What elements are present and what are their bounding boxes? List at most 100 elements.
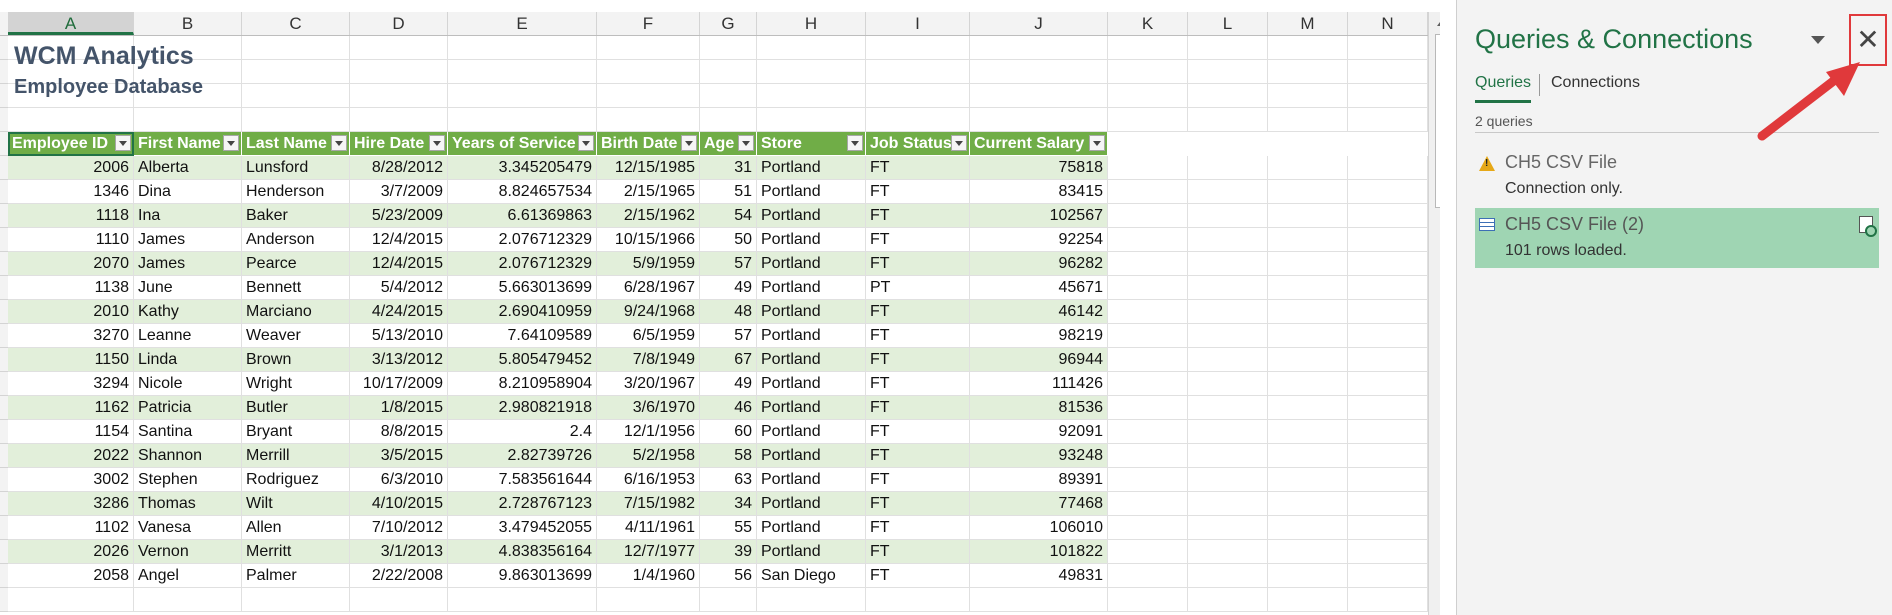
empty-cell[interactable]: [1348, 396, 1428, 420]
table-cell[interactable]: 2026: [8, 540, 134, 564]
table-cell[interactable]: Angel: [134, 564, 242, 588]
table-cell[interactable]: 2058: [8, 564, 134, 588]
table-cell[interactable]: 54: [700, 204, 757, 228]
table-cell[interactable]: Santina: [134, 420, 242, 444]
column-header-b[interactable]: B: [134, 12, 242, 35]
empty-cell[interactable]: [970, 60, 1108, 84]
table-cell[interactable]: 3.345205479: [448, 156, 597, 180]
table-cell[interactable]: Portland: [757, 156, 866, 180]
empty-cell[interactable]: [757, 60, 866, 84]
table-cell[interactable]: 49: [700, 372, 757, 396]
empty-cell[interactable]: [448, 108, 597, 132]
empty-cell[interactable]: [1348, 564, 1428, 588]
table-cell[interactable]: 8.824657534: [448, 180, 597, 204]
empty-cell[interactable]: [866, 588, 970, 612]
empty-cell[interactable]: [1348, 348, 1428, 372]
empty-cell[interactable]: [1348, 468, 1428, 492]
row-header[interactable]: [0, 444, 8, 468]
filter-dropdown-icon[interactable]: [429, 135, 445, 151]
table-cell[interactable]: 93248: [970, 444, 1108, 468]
table-cell[interactable]: Portland: [757, 420, 866, 444]
table-cell[interactable]: 57: [700, 252, 757, 276]
empty-cell[interactable]: [1108, 60, 1188, 84]
empty-cell[interactable]: [1348, 252, 1428, 276]
empty-cell[interactable]: [1348, 180, 1428, 204]
empty-cell[interactable]: [1348, 540, 1428, 564]
table-cell[interactable]: FT: [866, 204, 970, 228]
empty-cell[interactable]: [1268, 84, 1348, 108]
table-cell[interactable]: 2.4: [448, 420, 597, 444]
vertical-scrollbar[interactable]: [1428, 12, 1440, 615]
empty-cell[interactable]: [1108, 468, 1188, 492]
empty-cell[interactable]: [1268, 468, 1348, 492]
empty-cell[interactable]: [1348, 516, 1428, 540]
table-cell[interactable]: James: [134, 228, 242, 252]
table-cell[interactable]: 34: [700, 492, 757, 516]
empty-cell[interactable]: [970, 36, 1108, 60]
table-cell[interactable]: Alberta: [134, 156, 242, 180]
refresh-icon[interactable]: [1859, 216, 1877, 237]
empty-cell[interactable]: [1188, 276, 1268, 300]
empty-cell[interactable]: [1348, 84, 1428, 108]
column-header-d[interactable]: D: [350, 12, 448, 35]
table-cell[interactable]: 3/1/2013: [350, 540, 448, 564]
empty-cell[interactable]: [1188, 60, 1268, 84]
empty-cell[interactable]: [1108, 300, 1188, 324]
table-cell[interactable]: 1110: [8, 228, 134, 252]
empty-cell[interactable]: [1188, 516, 1268, 540]
empty-cell[interactable]: [448, 60, 597, 84]
empty-cell[interactable]: [866, 60, 970, 84]
table-cell[interactable]: 2.076712329: [448, 228, 597, 252]
empty-cell[interactable]: [448, 36, 597, 60]
table-cell[interactable]: 4/10/2015: [350, 492, 448, 516]
table-cell[interactable]: Portland: [757, 228, 866, 252]
empty-cell[interactable]: [1108, 516, 1188, 540]
tab-queries[interactable]: Queries: [1475, 74, 1531, 92]
table-cell[interactable]: 8/8/2015: [350, 420, 448, 444]
empty-cell[interactable]: [757, 36, 866, 60]
empty-cell[interactable]: [1108, 84, 1188, 108]
table-cell[interactable]: Portland: [757, 540, 866, 564]
empty-cell[interactable]: [350, 108, 448, 132]
table-cell[interactable]: 56: [700, 564, 757, 588]
table-cell[interactable]: San Diego: [757, 564, 866, 588]
table-cell[interactable]: Vernon: [134, 540, 242, 564]
empty-cell[interactable]: [1268, 36, 1348, 60]
empty-cell[interactable]: [448, 588, 597, 612]
table-cell[interactable]: Henderson: [242, 180, 350, 204]
row-header[interactable]: [0, 108, 8, 132]
filter-dropdown-icon[interactable]: [223, 135, 239, 151]
empty-cell[interactable]: [1188, 300, 1268, 324]
table-cell[interactable]: 6/28/1967: [597, 276, 700, 300]
empty-cell[interactable]: [1188, 588, 1268, 612]
table-cell[interactable]: 5/13/2010: [350, 324, 448, 348]
column-header-a[interactable]: A: [8, 12, 134, 35]
table-cell[interactable]: 7/10/2012: [350, 516, 448, 540]
row-header[interactable]: [0, 156, 8, 180]
table-cell[interactable]: 3270: [8, 324, 134, 348]
table-cell[interactable]: Weaver: [242, 324, 350, 348]
empty-cell[interactable]: [1348, 204, 1428, 228]
empty-cell[interactable]: [1108, 180, 1188, 204]
table-cell[interactable]: 5.663013699: [448, 276, 597, 300]
empty-cell[interactable]: [1108, 588, 1188, 612]
empty-cell[interactable]: [1188, 396, 1268, 420]
filter-dropdown-icon[interactable]: [847, 135, 863, 151]
empty-cell[interactable]: [1268, 132, 1348, 156]
table-cell[interactable]: 1154: [8, 420, 134, 444]
empty-cell[interactable]: [134, 588, 242, 612]
empty-cell[interactable]: [1348, 108, 1428, 132]
table-cell[interactable]: Palmer: [242, 564, 350, 588]
empty-cell[interactable]: [1268, 420, 1348, 444]
column-header-k[interactable]: K: [1108, 12, 1188, 35]
table-cell[interactable]: 5.805479452: [448, 348, 597, 372]
empty-cell[interactable]: [1268, 60, 1348, 84]
empty-cell[interactable]: [1108, 36, 1188, 60]
empty-cell[interactable]: [1108, 564, 1188, 588]
table-cell[interactable]: Portland: [757, 204, 866, 228]
table-cell[interactable]: FT: [866, 540, 970, 564]
table-header-cell[interactable]: Age: [700, 132, 757, 156]
table-cell[interactable]: Baker: [242, 204, 350, 228]
empty-cell[interactable]: [700, 36, 757, 60]
empty-cell[interactable]: [1268, 540, 1348, 564]
